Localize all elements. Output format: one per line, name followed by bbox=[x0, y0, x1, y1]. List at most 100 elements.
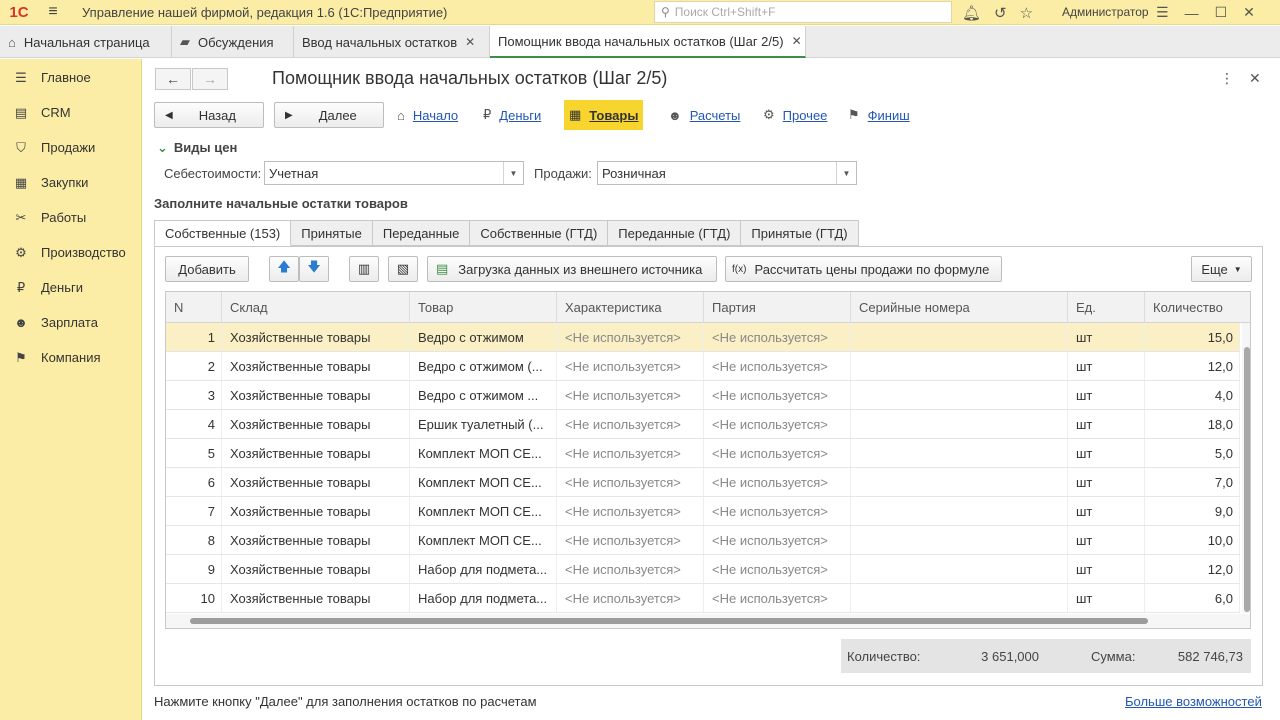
column-header[interactable]: Партия bbox=[704, 292, 851, 323]
table-cell[interactable]: Набор для подмета... bbox=[410, 555, 557, 583]
scroll-thumb[interactable] bbox=[1244, 347, 1250, 612]
sidebar-item-money[interactable]: ₽ Деньги bbox=[0, 270, 141, 305]
close-app-icon[interactable]: ✕ bbox=[1243, 4, 1255, 21]
wizard-step-label[interactable]: Прочее bbox=[783, 108, 828, 123]
star-icon[interactable]: ☆ bbox=[1020, 4, 1033, 22]
more-button[interactable]: Еще ▼ bbox=[1191, 256, 1252, 282]
tab-received-gtd[interactable]: Принятые (ГТД) bbox=[741, 220, 859, 246]
table-cell[interactable]: <Не используется> bbox=[557, 439, 704, 467]
table-cell[interactable]: Комплект МОП СЕ... bbox=[410, 526, 557, 554]
table-row[interactable]: 10 Хозяйственные товары Набор для подмета.… bbox=[166, 584, 1240, 613]
table-cell[interactable]: <Не используется> bbox=[557, 323, 704, 351]
table-cell[interactable]: Хозяйственные товары bbox=[222, 410, 410, 438]
table-cell[interactable]: <Не используется> bbox=[704, 497, 851, 525]
table-cell[interactable]: 10 bbox=[166, 584, 222, 612]
scroll-thumb[interactable] bbox=[190, 618, 1148, 624]
table-row[interactable]: 9 Хозяйственные товары Набор для подмета..… bbox=[166, 555, 1240, 584]
table-cell[interactable]: шт bbox=[1068, 381, 1145, 409]
load-external-data-button[interactable]: ▤ Загрузка данных из внешнего источника bbox=[427, 256, 717, 282]
table-cell[interactable]: 12,0 bbox=[1145, 352, 1240, 380]
table-cell[interactable]: 3 bbox=[166, 381, 222, 409]
table-cell[interactable]: <Не используется> bbox=[557, 526, 704, 554]
table-cell[interactable]: Комплект МОП СЕ... bbox=[410, 468, 557, 496]
table-cell[interactable] bbox=[851, 352, 1068, 380]
back-button[interactable]: ◀ Назад bbox=[154, 102, 264, 128]
table-cell[interactable]: 4,0 bbox=[1145, 381, 1240, 409]
table-cell[interactable]: 12,0 bbox=[1145, 555, 1240, 583]
table-cell[interactable] bbox=[851, 584, 1068, 612]
table-cell[interactable]: <Не используется> bbox=[704, 410, 851, 438]
table-cell[interactable]: шт bbox=[1068, 584, 1145, 612]
table-cell[interactable]: 7,0 bbox=[1145, 468, 1240, 496]
wizard-step-other[interactable]: ⚙ Прочее bbox=[763, 100, 827, 130]
tab-transferred-gtd[interactable]: Переданные (ГТД) bbox=[608, 220, 742, 246]
dropdown-arrow-icon[interactable]: ▼ bbox=[503, 162, 523, 184]
table-cell[interactable]: 6,0 bbox=[1145, 584, 1240, 612]
table-cell[interactable]: <Не используется> bbox=[704, 352, 851, 380]
bell-icon[interactable]: 🔔︎ bbox=[962, 4, 981, 22]
sidebar-item-purchases[interactable]: ▦ Закупки bbox=[0, 165, 141, 200]
table-cell[interactable] bbox=[851, 555, 1068, 583]
table-row[interactable]: 8 Хозяйственные товары Комплект МОП СЕ... <… bbox=[166, 526, 1240, 555]
wizard-step-money[interactable]: ₽ Деньги bbox=[483, 100, 541, 130]
table-cell[interactable]: 9,0 bbox=[1145, 497, 1240, 525]
table-cell[interactable]: Хозяйственные товары bbox=[222, 323, 410, 351]
table-cell[interactable]: Хозяйственные товары bbox=[222, 555, 410, 583]
wizard-step-finish[interactable]: ⚑ Финиш bbox=[848, 100, 910, 130]
tab-balances-wizard[interactable]: Помощник ввода начальных остатков (Шаг 2… bbox=[490, 26, 806, 58]
column-header[interactable]: Серийные номера bbox=[851, 292, 1068, 323]
table-cell[interactable]: шт bbox=[1068, 497, 1145, 525]
table-cell[interactable]: шт bbox=[1068, 352, 1145, 380]
horizontal-scrollbar[interactable] bbox=[166, 614, 1250, 628]
table-cell[interactable] bbox=[851, 497, 1068, 525]
table-cell[interactable]: <Не используется> bbox=[704, 323, 851, 351]
wizard-step-label[interactable]: Товары bbox=[589, 108, 638, 123]
close-form-icon[interactable]: ✕ bbox=[1249, 70, 1261, 87]
table-cell[interactable]: Хозяйственные товары bbox=[222, 526, 410, 554]
column-header[interactable]: Товар bbox=[410, 292, 557, 323]
settings-menu-icon[interactable]: ☰ bbox=[1156, 4, 1169, 21]
wizard-step-label[interactable]: Финиш bbox=[868, 108, 910, 123]
table-cell[interactable]: <Не используется> bbox=[557, 410, 704, 438]
calc-sale-prices-button[interactable]: f(x) Рассчитать цены продажи по формуле bbox=[725, 256, 1002, 282]
table-cell[interactable]: Хозяйственные товары bbox=[222, 468, 410, 496]
table-cell[interactable]: 8 bbox=[166, 526, 222, 554]
pick-goods-button[interactable]: ▧ bbox=[388, 256, 418, 282]
tab-discussions[interactable]: ▰ Обсуждения bbox=[172, 26, 294, 58]
table-row[interactable]: 5 Хозяйственные товары Комплект МОП СЕ... <… bbox=[166, 439, 1240, 468]
user-name[interactable]: Администратор bbox=[1062, 5, 1149, 19]
sidebar-item-salary[interactable]: ☻ Зарплата bbox=[0, 305, 141, 340]
sales-price-select[interactable]: Розничная ▼ bbox=[597, 161, 857, 185]
table-cell[interactable]: <Не используется> bbox=[704, 526, 851, 554]
table-cell[interactable] bbox=[851, 526, 1068, 554]
table-cell[interactable] bbox=[851, 439, 1068, 467]
table-cell[interactable]: Ершик туалетный (... bbox=[410, 410, 557, 438]
table-cell[interactable]: 1 bbox=[166, 323, 222, 351]
table-cell[interactable]: Ведро с отжимом (... bbox=[410, 352, 557, 380]
add-button[interactable]: Добавить bbox=[165, 256, 249, 282]
table-cell[interactable]: Комплект МОП СЕ... bbox=[410, 439, 557, 467]
table-cell[interactable]: 9 bbox=[166, 555, 222, 583]
tab-own[interactable]: Собственные (153) bbox=[154, 220, 292, 246]
table-cell[interactable]: шт bbox=[1068, 323, 1145, 351]
table-cell[interactable]: <Не используется> bbox=[557, 352, 704, 380]
table-cell[interactable] bbox=[851, 323, 1068, 351]
next-button[interactable]: ▶ Далее bbox=[274, 102, 384, 128]
table-cell[interactable]: <Не используется> bbox=[557, 497, 704, 525]
history-forward-button[interactable]: → bbox=[192, 68, 228, 90]
table-cell[interactable]: 5 bbox=[166, 439, 222, 467]
table-cell[interactable]: Хозяйственные товары bbox=[222, 381, 410, 409]
minimize-icon[interactable]: — bbox=[1185, 5, 1199, 21]
wizard-step-label[interactable]: Начало bbox=[413, 108, 458, 123]
table-row[interactable]: 1 Хозяйственные товары Ведро с отжимом <Не … bbox=[166, 323, 1240, 352]
table-cell[interactable]: шт bbox=[1068, 468, 1145, 496]
table-cell[interactable]: Хозяйственные товары bbox=[222, 352, 410, 380]
sidebar-item-company[interactable]: ⚑ Компания bbox=[0, 340, 141, 375]
table-cell[interactable]: Хозяйственные товары bbox=[222, 439, 410, 467]
move-down-button[interactable]: 🡇 bbox=[299, 256, 329, 282]
column-header[interactable]: N bbox=[166, 292, 222, 323]
table-cell[interactable]: Хозяйственные товары bbox=[222, 497, 410, 525]
sidebar-item-works[interactable]: ✂ Работы bbox=[0, 200, 141, 235]
table-cell[interactable]: Ведро с отжимом ... bbox=[410, 381, 557, 409]
table-cell[interactable] bbox=[851, 381, 1068, 409]
